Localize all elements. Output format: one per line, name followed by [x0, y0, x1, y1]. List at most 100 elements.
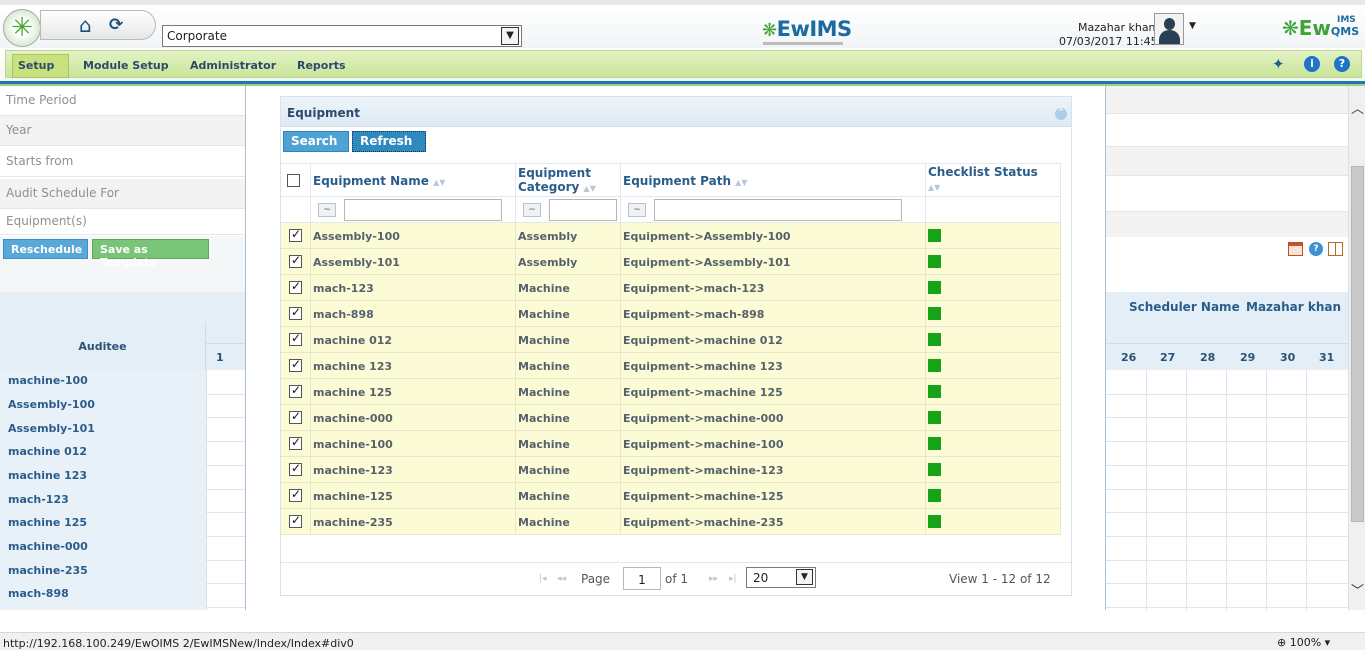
checklist-status-indicator [928, 281, 941, 294]
sort-icon[interactable]: ▲▼ [735, 178, 747, 187]
status-url: http://192.168.100.249/EwOIMS 2/EwIMSNew… [3, 637, 354, 650]
scheduler-label: Scheduler Name [1129, 300, 1240, 314]
save-template-button[interactable]: Save as Template [92, 239, 209, 269]
sort-icon[interactable]: ▲▼ [928, 183, 940, 192]
search-button[interactable]: Search [283, 131, 349, 152]
chevron-up-icon[interactable]: ︿ [1351, 98, 1364, 117]
calendar-column-line [1226, 370, 1227, 610]
table-row[interactable]: Assembly-101 Assembly Equipment->Assembly-… [281, 249, 1061, 275]
filter-operator-button[interactable]: ~ [523, 203, 541, 217]
pin-icon[interactable]: ✦ [1272, 55, 1285, 73]
cell-category: Machine [518, 308, 570, 321]
day-number: 29 [1240, 351, 1256, 364]
menu-item-setup[interactable]: Setup [18, 59, 54, 72]
row-checkbox[interactable] [289, 331, 302, 346]
calendar-row-line [1106, 583, 1348, 585]
pager-total: of 1 [665, 572, 689, 586]
columns-icon[interactable] [1328, 242, 1343, 256]
row-checkbox[interactable] [289, 409, 302, 424]
category-filter-input[interactable] [549, 199, 617, 221]
page-number-input[interactable]: 1 [623, 567, 661, 590]
calendar-column-line [1266, 370, 1267, 610]
column-header-name[interactable]: Equipment Name ▲▼ [313, 174, 445, 190]
sort-icon[interactable]: ▲▼ [433, 178, 445, 187]
day-cells-right [1106, 370, 1348, 610]
table-row[interactable]: machine-000 Machine Equipment->machine-000 [281, 405, 1061, 431]
table-row[interactable]: machine-123 Machine Equipment->machine-123 [281, 457, 1061, 483]
table-row[interactable]: Assembly-100 Assembly Equipment->Assembly-… [281, 223, 1061, 249]
organization-select[interactable]: Corporate ▼ [162, 25, 522, 47]
table-row[interactable]: machine 123 Machine Equipment->machine 123 [281, 353, 1061, 379]
refresh-button[interactable]: Refresh [352, 131, 426, 152]
next-page-icon[interactable]: ▸▸ [709, 574, 718, 584]
app-logo-icon[interactable]: ✳ [3, 9, 41, 47]
chevron-down-icon[interactable]: ﹀ [1351, 580, 1364, 599]
table-row[interactable]: machine-100 Machine Equipment->machine-100 [281, 431, 1061, 457]
cell-name: mach-123 [313, 282, 374, 295]
menu-item-reports[interactable]: Reports [297, 59, 346, 72]
row-checkbox[interactable] [289, 227, 302, 242]
refresh-icon[interactable]: ⟳ [109, 15, 123, 35]
path-filter-input[interactable] [654, 199, 902, 221]
prev-page-icon[interactable]: ◂◂ [557, 574, 566, 584]
page-size-select[interactable]: 20 ▼ [746, 567, 816, 588]
table-row[interactable]: machine-235 Machine Equipment->machine-235 [281, 509, 1061, 535]
info-icon[interactable]: i [1304, 56, 1320, 72]
page-scrollbar[interactable]: ︿ ﹀ [1348, 86, 1365, 610]
caret-down-icon[interactable]: ▼ [1189, 21, 1196, 31]
row-checkbox[interactable] [289, 305, 302, 320]
column-header-checklist[interactable]: Checklist Status ▲▼ [928, 165, 1038, 195]
scrollbar-thumb[interactable] [1351, 166, 1364, 522]
row-checkbox[interactable] [289, 357, 302, 372]
home-icon[interactable]: ⌂ [79, 14, 92, 36]
cell-name: Assembly-101 [313, 256, 400, 269]
avatar[interactable] [1154, 13, 1184, 45]
row-checkbox[interactable] [289, 487, 302, 502]
row-checkbox[interactable] [289, 279, 302, 294]
filter-operator-button[interactable]: ~ [628, 203, 646, 217]
calendar-row-line [1106, 535, 1348, 537]
calendar-row-line [207, 464, 245, 466]
cell-name: machine-235 [313, 516, 393, 529]
calendar-icon[interactable] [1288, 242, 1303, 256]
cell-category: Machine [518, 282, 570, 295]
chevron-down-icon[interactable]: ▼ [501, 27, 519, 45]
help-icon[interactable]: ? [1334, 56, 1350, 72]
chevron-down-icon[interactable]: ▼ [796, 569, 813, 585]
row-checkbox[interactable] [289, 383, 302, 398]
name-filter-input[interactable] [344, 199, 502, 221]
day-number-1: 1 [216, 351, 224, 364]
menu-item-administrator[interactable]: Administrator [190, 59, 276, 72]
table-row[interactable]: mach-123 Machine Equipment->mach-123 [281, 275, 1061, 301]
cell-path: Equipment->machine-000 [623, 412, 784, 425]
first-page-icon[interactable]: |◂ [539, 574, 547, 584]
sort-icon[interactable]: ▲▼ [584, 184, 596, 193]
calendar-row-line [1106, 393, 1348, 395]
day-number: 30 [1280, 351, 1296, 364]
column-header-category[interactable]: Equipment Category ▲▼ [518, 166, 596, 196]
table-row[interactable]: machine 125 Machine Equipment->machine 125 [281, 379, 1061, 405]
brand-right-sup: IMS [1337, 15, 1356, 25]
grid-header: Equipment Name ▲▼ Equipment Category ▲▼ E… [281, 163, 1061, 198]
help-icon[interactable]: ? [1309, 242, 1323, 256]
menu-item-module-setup[interactable]: Module Setup [83, 59, 169, 72]
row-checkbox[interactable] [289, 435, 302, 450]
checklist-status-indicator [928, 255, 941, 268]
reschedule-button[interactable]: Reschedule [3, 239, 88, 259]
table-row[interactable]: mach-898 Machine Equipment->mach-898 [281, 301, 1061, 327]
browser-status-bar: http://192.168.100.249/EwOIMS 2/EwIMSNew… [0, 632, 1365, 650]
leaf-icon: ❋ [762, 20, 777, 41]
row-checkbox[interactable] [289, 253, 302, 268]
zoom-level[interactable]: ⊕ 100% ▾ [1277, 636, 1330, 649]
column-header-path[interactable]: Equipment Path ▲▼ [623, 174, 747, 190]
table-row[interactable]: machine 012 Machine Equipment->machine 012 [281, 327, 1061, 353]
table-row[interactable]: machine-125 Machine Equipment->machine-125 [281, 483, 1061, 509]
collapse-icon[interactable]: ⌃ [1055, 108, 1067, 120]
filter-operator-button[interactable]: ~ [318, 203, 336, 217]
select-all-checkbox[interactable] [287, 174, 300, 187]
last-page-icon[interactable]: ▸| [729, 574, 737, 584]
checklist-status-indicator [928, 411, 941, 424]
row-checkbox[interactable] [289, 513, 302, 528]
cell-category: Machine [518, 360, 570, 373]
row-checkbox[interactable] [289, 461, 302, 476]
